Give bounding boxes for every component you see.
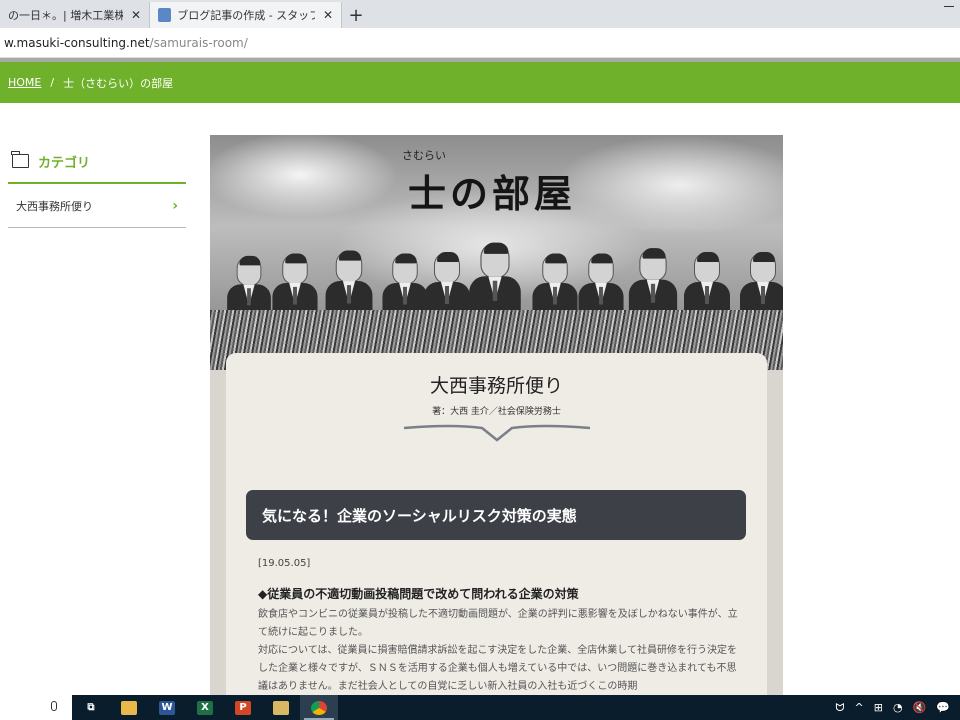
new-tab-button[interactable]: + bbox=[342, 2, 370, 28]
minimize-icon[interactable] bbox=[944, 6, 954, 7]
tab-1-close-icon[interactable]: ✕ bbox=[131, 8, 141, 22]
browser-tab-bar: の一日＊。| 増木工業株式会 ✕ ブログ記事の作成 - スタッフ日記 | M ✕… bbox=[0, 0, 960, 28]
main-content: さむらい 士の部屋 大西事務所便り 著：大西 圭介／社会保険労務士 気になる！企… bbox=[210, 135, 783, 695]
folder-icon bbox=[11, 151, 29, 168]
tab-1-label: の一日＊。| 増木工業株式会 bbox=[8, 9, 123, 22]
browser-tab-2[interactable]: ブログ記事の作成 - スタッフ日記 | M ✕ bbox=[150, 2, 342, 28]
chevron-right-icon: › bbox=[172, 197, 178, 214]
breadcrumb-current: 士（さむらい）の部屋 bbox=[63, 76, 174, 90]
banner-ruby: さむらい bbox=[402, 149, 446, 162]
taskbar-apps: ⧉ W X P bbox=[72, 695, 338, 720]
article-paragraph: 対応については、従業員に損害賠償請求訴訟を起こす決定をした企業、全店休業して社員… bbox=[258, 645, 737, 692]
sidebar-item-onishi-office[interactable]: 大西事務所便り › bbox=[8, 184, 186, 228]
url-path: /samurais-room/ bbox=[149, 35, 248, 50]
tray-icon[interactable]: ⊞ bbox=[874, 701, 883, 714]
category-title: カテゴリ bbox=[38, 155, 91, 171]
tray-icon[interactable]: ^ bbox=[855, 701, 864, 714]
sidebar-item-label: 大西事務所便り bbox=[16, 199, 93, 213]
powerpoint-icon[interactable]: P bbox=[224, 695, 262, 720]
tray-icon[interactable]: 🔇 bbox=[913, 701, 927, 714]
article-body: 飲食店やコンビニの従業員が投稿した不適切動画問題が、企業の評判に悪影響を及ぼしか… bbox=[258, 606, 738, 695]
breadcrumb: HOME / 士（さむらい）の部屋 bbox=[0, 62, 960, 103]
chrome-icon[interactable] bbox=[300, 695, 338, 720]
article-paragraph: 飲食店やコンビニの従業員が投稿した不適切動画問題が、企業の評判に悪影響を及ぼしか… bbox=[258, 609, 738, 638]
article-subheading: ◆従業員の不適切動画投稿問題で改めて問われる企業の対策 bbox=[258, 587, 579, 601]
address-bar[interactable]: w.masuki-consulting.net/samurais-room/ bbox=[0, 28, 960, 58]
breadcrumb-separator: / bbox=[50, 76, 55, 89]
article-heading: 気になる！企業のソーシャルリスク対策の実態 bbox=[246, 490, 746, 540]
category-sidebar: カテゴリ 大西事務所便り › bbox=[8, 148, 186, 228]
tab-2-close-icon[interactable]: ✕ bbox=[323, 8, 333, 22]
article-date: [19.05.05] bbox=[258, 558, 311, 569]
excel-icon[interactable]: X bbox=[186, 695, 224, 720]
tray-icon[interactable]: ᗢ bbox=[835, 701, 844, 715]
office-title: 大西事務所便り bbox=[429, 375, 563, 397]
windows-taskbar: ⧉ W X P ᗢ ^ ⊞ ◔ 🔇 💬 bbox=[0, 695, 960, 720]
article-card: 大西事務所便り 著：大西 圭介／社会保険労務士 気になる！企業のソーシャルリスク… bbox=[226, 353, 767, 695]
explorer-2-icon[interactable] bbox=[262, 695, 300, 720]
breadcrumb-home-link[interactable]: HOME bbox=[8, 76, 41, 89]
blog-favicon-icon bbox=[158, 8, 172, 22]
file-explorer-icon[interactable] bbox=[110, 695, 148, 720]
system-tray: ᗢ ^ ⊞ ◔ 🔇 💬 bbox=[835, 701, 960, 715]
category-heading: カテゴリ bbox=[8, 148, 186, 174]
word-icon[interactable]: W bbox=[148, 695, 186, 720]
microphone-icon[interactable] bbox=[51, 701, 57, 711]
task-view-icon[interactable]: ⧉ bbox=[72, 695, 110, 720]
tray-icon[interactable]: ◔ bbox=[893, 701, 903, 714]
samurai-room-banner: さむらい 士の部屋 bbox=[210, 135, 783, 370]
url-host: w.masuki-consulting.net bbox=[4, 35, 150, 50]
tray-icon[interactable]: 💬 bbox=[936, 701, 950, 714]
author-byline: 著：大西 圭介／社会保険労務士 bbox=[432, 407, 561, 417]
browser-tab-1[interactable]: の一日＊。| 増木工業株式会 ✕ bbox=[0, 2, 150, 28]
banner-title: 士の部屋 bbox=[408, 171, 577, 216]
title-divider-ornament bbox=[403, 424, 591, 442]
tab-2-label: ブログ記事の作成 - スタッフ日記 | M bbox=[177, 9, 315, 22]
taskbar-search-box[interactable] bbox=[0, 695, 72, 720]
